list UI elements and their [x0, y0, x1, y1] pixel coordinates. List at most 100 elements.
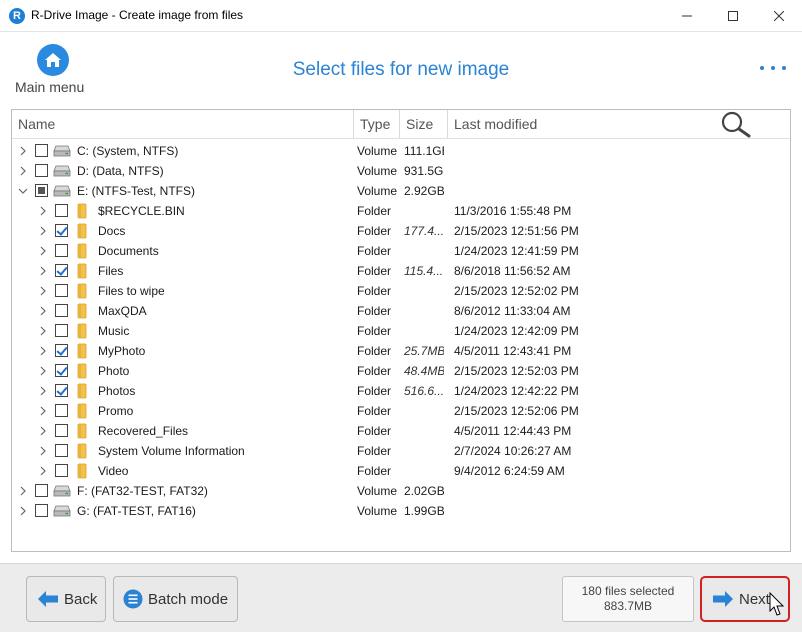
row-checkbox[interactable] [55, 424, 68, 437]
chevron-right-icon[interactable] [18, 486, 28, 496]
chevron-right-icon[interactable] [38, 226, 48, 236]
tree-row-folder[interactable]: MaxQDA Folder 8/6/2012 11:33:04 AM [12, 301, 790, 321]
hard-drive-icon [53, 185, 71, 197]
tree-row-volume[interactable]: D: (Data, NTFS) Volume 931.5GB [12, 161, 790, 181]
row-name: G: (FAT-TEST, FAT16) [77, 504, 196, 518]
row-checkbox[interactable] [35, 184, 48, 197]
chevron-right-icon[interactable] [38, 466, 48, 476]
row-name: MyPhoto [98, 344, 146, 358]
chevron-right-icon[interactable] [38, 346, 48, 356]
row-type: Folder [357, 464, 392, 478]
row-last-modified: 2/15/2023 12:52:06 PM [454, 404, 579, 418]
row-checkbox[interactable] [55, 284, 68, 297]
page-title: Select files for new image [292, 59, 510, 80]
row-type: Folder [357, 404, 392, 418]
chevron-right-icon[interactable] [38, 406, 48, 416]
close-button[interactable] [756, 0, 802, 32]
row-last-modified: 1/24/2023 12:42:09 PM [454, 324, 579, 338]
row-checkbox[interactable] [35, 484, 48, 497]
minimize-button[interactable] [664, 0, 710, 32]
chevron-right-icon[interactable] [18, 506, 28, 516]
chevron-right-icon[interactable] [38, 426, 48, 436]
tree-row-folder[interactable]: Docs Folder 177.4... 2/15/2023 12:51:56 PM [12, 221, 790, 241]
folder-icon [77, 443, 87, 459]
row-name: Photo [98, 364, 130, 378]
hard-drive-icon [53, 145, 71, 157]
search-icon[interactable] [718, 110, 754, 138]
tree-row-folder[interactable]: Promo Folder 2/15/2023 12:52:06 PM [12, 401, 790, 421]
column-header-type[interactable]: Type [354, 110, 400, 138]
row-checkbox[interactable] [55, 204, 68, 217]
chevron-right-icon[interactable] [38, 286, 48, 296]
tree-row-folder[interactable]: Music Folder 1/24/2023 12:42:09 PM [12, 321, 790, 341]
tree-row-volume[interactable]: G: (FAT-TEST, FAT16) Volume 1.99GB [12, 501, 790, 521]
row-type: Volume [357, 484, 398, 498]
dot-icon [760, 66, 764, 70]
column-header-last-modified[interactable]: Last modified [448, 110, 600, 138]
list-icon [123, 589, 143, 609]
tree-row-folder[interactable]: System Volume Information Folder 2/7/2024 … [12, 441, 790, 461]
main-menu-label[interactable]: Main menu [15, 79, 84, 95]
chevron-right-icon[interactable] [38, 306, 48, 316]
column-header-size[interactable]: Size [400, 110, 448, 138]
column-header-name[interactable]: Name [12, 110, 354, 138]
row-checkbox[interactable] [55, 344, 68, 357]
row-name: Photos [98, 384, 136, 398]
row-checkbox[interactable] [55, 224, 68, 237]
more-options-button[interactable] [760, 61, 786, 75]
tree-row-folder[interactable]: Recovered_Files Folder 4/5/2011 12:44:43 P… [12, 421, 790, 441]
chevron-down-icon[interactable] [18, 186, 28, 196]
row-checkbox[interactable] [55, 444, 68, 457]
tree-row-folder[interactable]: Files Folder 115.4... 8/6/2018 11:56:52 AM [12, 261, 790, 281]
row-size: 115.4... [404, 264, 444, 278]
chevron-right-icon[interactable] [38, 266, 48, 276]
tree-row-volume[interactable]: E: (NTFS-Test, NTFS) Volume 2.92GB [12, 181, 790, 201]
row-type: Folder [357, 344, 392, 358]
chevron-right-icon[interactable] [18, 146, 28, 156]
row-checkbox[interactable] [55, 304, 68, 317]
row-checkbox[interactable] [55, 324, 68, 337]
chevron-right-icon[interactable] [38, 326, 48, 336]
tree-row-folder[interactable]: Photo Folder 48.4MB 2/15/2023 12:52:03 PM [12, 361, 790, 381]
row-checkbox[interactable] [55, 384, 68, 397]
chevron-right-icon[interactable] [38, 386, 48, 396]
tree-row-volume[interactable]: C: (System, NTFS) Volume 111.1GB [12, 141, 790, 161]
row-last-modified: 4/5/2011 12:43:41 PM [454, 344, 572, 358]
row-checkbox[interactable] [55, 364, 68, 377]
row-last-modified: 11/3/2016 1:55:48 PM [454, 204, 572, 218]
chevron-right-icon[interactable] [38, 446, 48, 456]
tree-row-folder[interactable]: Files to wipe Folder 2/15/2023 12:52:02 PM [12, 281, 790, 301]
file-tree-panel: Name Type Size Last modified C: (System,… [11, 109, 791, 552]
row-last-modified: 4/5/2011 12:44:43 PM [454, 424, 572, 438]
row-checkbox[interactable] [55, 464, 68, 477]
chevron-right-icon[interactable] [38, 206, 48, 216]
row-checkbox[interactable] [35, 164, 48, 177]
folder-icon [77, 363, 87, 379]
maximize-button[interactable] [710, 0, 756, 32]
row-checkbox[interactable] [35, 144, 48, 157]
dot-icon [771, 66, 775, 70]
tree-row-folder[interactable]: Photos Folder 516.6... 1/24/2023 12:42:22 P… [12, 381, 790, 401]
row-checkbox[interactable] [35, 504, 48, 517]
tree-row-folder[interactable]: MyPhoto Folder 25.7MB 4/5/2011 12:43:41 PM [12, 341, 790, 361]
chevron-right-icon[interactable] [18, 166, 28, 176]
chevron-right-icon[interactable] [38, 366, 48, 376]
batch-mode-button[interactable]: Batch mode [113, 576, 238, 622]
tree-row-folder[interactable]: Video Folder 9/4/2012 6:24:59 AM [12, 461, 790, 481]
row-name: F: (FAT32-TEST, FAT32) [77, 484, 208, 498]
folder-icon [77, 463, 87, 479]
file-tree: C: (System, NTFS) Volume 111.1GB D: (Data, … [12, 141, 790, 521]
back-button[interactable]: Back [26, 576, 106, 622]
row-name: Documents [98, 244, 159, 258]
row-checkbox[interactable] [55, 264, 68, 277]
row-checkbox[interactable] [55, 244, 68, 257]
row-name: System Volume Information [98, 444, 245, 458]
tree-row-folder[interactable]: $RECYCLE.BIN Folder 11/3/2016 1:55:48 PM [12, 201, 790, 221]
tree-row-folder[interactable]: Documents Folder 1/24/2023 12:41:59 PM [12, 241, 790, 261]
row-checkbox[interactable] [55, 404, 68, 417]
row-last-modified: 1/24/2023 12:41:59 PM [454, 244, 579, 258]
folder-icon [77, 283, 87, 299]
row-name: C: (System, NTFS) [77, 144, 179, 158]
tree-row-volume[interactable]: F: (FAT32-TEST, FAT32) Volume 2.02GB [12, 481, 790, 501]
chevron-right-icon[interactable] [38, 246, 48, 256]
